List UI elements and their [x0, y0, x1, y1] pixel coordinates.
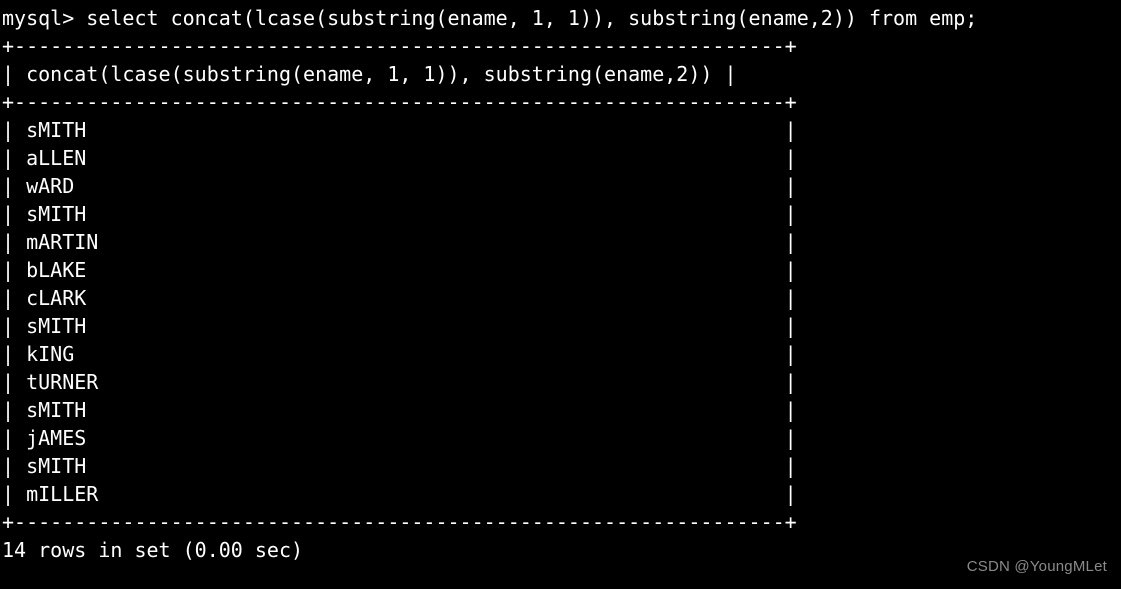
table-separator-header: +---------------------------------------… — [2, 90, 797, 114]
table-row: | cLARK | — [2, 286, 797, 310]
table-row: | mARTIN | — [2, 230, 797, 254]
table-header-row: | concat(lcase(substring(ename, 1, 1)), … — [2, 62, 737, 86]
table-row: | sMITH | — [2, 118, 797, 142]
table-row: | sMITH | — [2, 202, 797, 226]
terminal-output[interactable]: mysql> select concat(lcase(substring(ena… — [0, 0, 1121, 589]
table-row: | sMITH | — [2, 398, 797, 422]
result-status-line: 14 rows in set (0.00 sec) — [2, 538, 304, 562]
table-row: | tURNER | — [2, 370, 797, 394]
terminal-prompt-line: mysql> select concat(lcase(substring(ena… — [2, 6, 978, 30]
table-row: | kING | — [2, 342, 797, 366]
table-separator-bottom: +---------------------------------------… — [2, 510, 797, 534]
table-row: | jAMES | — [2, 426, 797, 450]
table-row: | sMITH | — [2, 454, 797, 478]
table-row: | sMITH | — [2, 314, 797, 338]
table-row: | bLAKE | — [2, 258, 797, 282]
table-separator-top: +---------------------------------------… — [2, 34, 797, 58]
table-row: | wARD | — [2, 174, 797, 198]
watermark: CSDN @YoungMLet — [966, 558, 1107, 575]
table-row: | mILLER | — [2, 482, 797, 506]
table-row: | aLLEN | — [2, 146, 797, 170]
